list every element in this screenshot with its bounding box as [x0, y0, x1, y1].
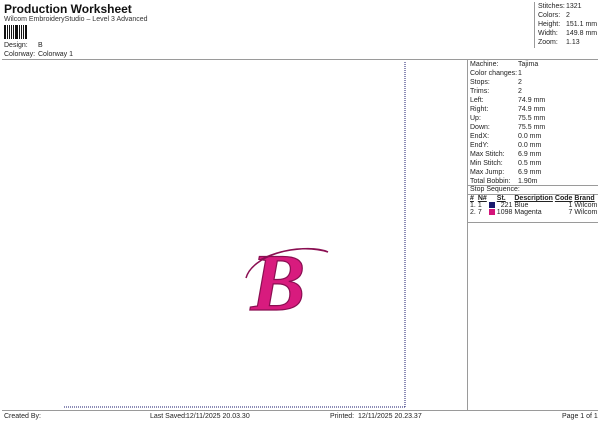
col-header-code: Code	[554, 195, 573, 202]
row-index: 1.	[470, 202, 476, 209]
max-stitch-value: 6.9 mm	[518, 151, 542, 158]
width-label: Width:	[538, 30, 558, 37]
last-saved-label: Last Saved:	[150, 413, 187, 420]
table-row: 2. 7 1098 Magenta 7 Wilcom	[469, 209, 598, 216]
min-stitch-value: 0.5 mm	[518, 160, 542, 167]
row-index: 2.	[470, 209, 476, 216]
stops-value: 2	[518, 79, 522, 86]
endx-label: EndX:	[470, 133, 490, 140]
col-header-stitches: St.	[496, 195, 506, 202]
up-label: Up:	[470, 115, 481, 122]
row-brand: Wilcom	[574, 209, 598, 216]
color-changes-value: 1	[518, 70, 522, 77]
trims-value: 2	[518, 88, 522, 95]
right-label: Right:	[470, 106, 489, 113]
design-value: B	[38, 42, 43, 49]
created-by-label: Created By:	[4, 413, 41, 420]
row-code: 7	[568, 209, 573, 216]
last-saved-value: 12/11/2025 20.03.30	[186, 413, 250, 420]
down-value: 75.5 mm	[518, 124, 546, 131]
machine-details: Machine: Tajima Color changes: 1 Stops: 2 T…	[470, 61, 598, 187]
row-needle: 7	[477, 209, 482, 216]
details-divider	[467, 60, 468, 410]
stitches-value: 1321	[566, 3, 582, 10]
row-description: Magenta	[514, 209, 542, 216]
col-header-needle: N#	[477, 195, 487, 202]
page-title: Production Worksheet	[4, 2, 132, 16]
color-swatch	[488, 209, 495, 215]
up-value: 75.5 mm	[518, 115, 546, 122]
down-label: Down:	[470, 124, 490, 131]
stops-label: Stops:	[470, 79, 490, 86]
color-changes-label: Color changes:	[470, 70, 518, 77]
row-stitches: 221	[500, 202, 513, 209]
printed-value: 12/11/2025 20.23.37	[358, 413, 422, 420]
monogram-letter: B	[250, 237, 306, 328]
summary-divider	[534, 2, 535, 48]
row-stitches: 1098	[496, 209, 513, 216]
table-row: 1. 1 221 Blue 1 Wilcom	[469, 202, 598, 209]
max-jump-value: 6.9 mm	[518, 169, 542, 176]
stop-sequence-title: Stop Sequence:	[470, 186, 520, 193]
max-jump-label: Max Jump:	[470, 169, 505, 176]
endx-value: 0.0 mm	[518, 133, 542, 140]
row-needle: 1	[477, 202, 482, 209]
design-preview-canvas: B	[64, 62, 406, 408]
colorway-value: Colorway 1	[38, 51, 74, 58]
barcode-icon	[4, 25, 28, 39]
min-stitch-label: Min Stitch:	[470, 160, 503, 167]
max-stitch-label: Max Stitch:	[470, 151, 505, 158]
color-swatch	[488, 202, 495, 208]
total-bobbin-value: 1.90m	[518, 178, 538, 185]
stop-sequence-table: # N# St. Description Code Brand 1. 1 221…	[469, 195, 598, 216]
design-preview: B	[2, 60, 467, 410]
col-header-description: Description	[514, 195, 553, 202]
right-value: 74.9 mm	[518, 106, 546, 113]
stop-sequence-table-wrap: # N# St. Description Code Brand 1. 1 221…	[469, 195, 598, 216]
stitches-label: Stitches:	[538, 3, 565, 10]
software-subtitle: Wilcom EmbroideryStudio – Level 3 Advanc…	[4, 16, 148, 23]
col-header-brand: Brand	[574, 195, 595, 202]
colors-value: 2	[566, 12, 570, 19]
row-description: Blue	[514, 202, 529, 209]
row-code: 1	[568, 202, 573, 209]
trims-label: Trims:	[470, 88, 490, 95]
zoom-label: Zoom:	[538, 39, 558, 46]
zoom-value: 1.13	[566, 39, 580, 46]
height-value: 151.1 mm	[566, 21, 598, 28]
stop-sequence-header-row: # N# St. Description Code Brand	[469, 195, 598, 202]
colorway-label: Colorway:	[4, 51, 36, 58]
left-value: 74.9 mm	[518, 97, 546, 104]
machine-value: Tajima	[518, 61, 539, 68]
left-label: Left:	[470, 97, 484, 104]
total-bobbin-label: Total Bobbin:	[470, 178, 511, 185]
col-header-index: #	[470, 195, 474, 202]
row-brand: Wilcom	[574, 202, 598, 209]
design-label: Design:	[4, 42, 28, 49]
printed-label: Printed:	[330, 413, 355, 420]
endy-label: EndY:	[470, 142, 489, 149]
height-label: Height:	[538, 21, 561, 28]
machine-label: Machine:	[470, 61, 499, 68]
width-value: 149.8 mm	[566, 30, 598, 37]
endy-value: 0.0 mm	[518, 142, 542, 149]
summary-panel: Stitches: 1321 Colors: 2 Height: 151.1 mm W…	[538, 3, 598, 48]
stop-sequence-separator-bottom	[468, 222, 598, 223]
footer-separator	[2, 410, 598, 411]
page-indicator: Page 1 of 1	[562, 413, 598, 420]
colors-label: Colors:	[538, 12, 561, 19]
